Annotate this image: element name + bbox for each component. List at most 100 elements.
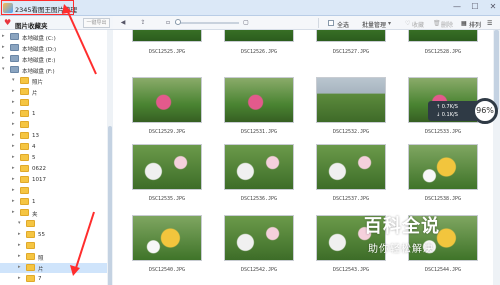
chevron-right-icon[interactable]: ▸ bbox=[18, 231, 21, 237]
zoom-slider[interactable] bbox=[175, 22, 239, 24]
photo-image[interactable] bbox=[316, 30, 386, 42]
tree-folder-item[interactable]: ▾ 照片 bbox=[0, 76, 107, 86]
trash-icon[interactable]: 🗑 bbox=[433, 20, 441, 27]
chevron-right-icon[interactable]: ▸ bbox=[12, 198, 15, 204]
tree-folder-item[interactable]: ▸ 照 bbox=[0, 252, 107, 262]
tree-folder-item[interactable]: ▸ 0622 bbox=[0, 164, 107, 174]
photo-image[interactable] bbox=[132, 30, 202, 42]
favorites-title: 图片收藏夹 bbox=[15, 22, 48, 30]
tree-item-label: 本地磁盘 (C:) bbox=[22, 35, 56, 42]
chevron-down-icon[interactable]: ▾ bbox=[2, 66, 5, 72]
heart-outline-icon[interactable]: ♡ bbox=[405, 20, 410, 27]
photo-image[interactable] bbox=[224, 215, 294, 261]
tree-folder-item[interactable]: ▸ bbox=[0, 241, 107, 251]
zoom-out-icon[interactable]: ▫ bbox=[163, 18, 173, 28]
photo-filename: DSC12528.JPG bbox=[424, 49, 462, 55]
tree-drive-item[interactable]: ▸ 本地磁盘 (D:) bbox=[0, 43, 107, 53]
tree-drive-item[interactable]: ▸ 本地磁盘 (C:) bbox=[0, 32, 107, 42]
delete-button[interactable]: 删除 bbox=[441, 20, 453, 29]
zoom-slider-thumb[interactable] bbox=[175, 19, 181, 25]
photo-image[interactable] bbox=[224, 144, 294, 190]
left-panel: ♥ 图片收藏夹 一键导出 ▸ 本地磁盘 (C:) ▸ 本地磁盘 (D:) ▸ 本地磁盘 (… bbox=[0, 16, 113, 285]
tree-folder-item[interactable]: ▸ 片 bbox=[0, 263, 107, 273]
maximize-button[interactable]: ☐ bbox=[470, 2, 480, 11]
folder-icon bbox=[20, 99, 29, 106]
photo-image[interactable] bbox=[132, 77, 202, 123]
chevron-right-icon[interactable]: ▸ bbox=[12, 165, 15, 171]
chevron-down-icon[interactable]: ▾ bbox=[12, 77, 15, 83]
chevron-right-icon[interactable]: ▸ bbox=[12, 121, 15, 127]
tree-folder-item[interactable]: ▸ 13 bbox=[0, 131, 107, 141]
chevron-right-icon[interactable]: ▸ bbox=[2, 44, 5, 50]
close-button[interactable]: ✕ bbox=[488, 2, 498, 11]
tree-folder-item[interactable]: ▸ 1 bbox=[0, 197, 107, 207]
back-icon[interactable]: ◀ bbox=[117, 18, 129, 28]
photo-image[interactable] bbox=[224, 30, 294, 42]
tree-item-label: 片 bbox=[32, 90, 38, 97]
zoom-in-icon[interactable]: ▢ bbox=[241, 18, 251, 28]
chevron-right-icon[interactable]: ▸ bbox=[18, 242, 21, 248]
tree-folder-item[interactable]: ▸ 7 bbox=[0, 274, 107, 284]
select-all-checkbox[interactable] bbox=[328, 20, 334, 26]
download-speed: ↓ 0.1K/S bbox=[436, 112, 458, 118]
folder-icon bbox=[20, 187, 29, 194]
tree-item-label: 1017 bbox=[32, 176, 46, 183]
photo-image[interactable] bbox=[408, 30, 478, 42]
tree-folder-item[interactable]: ▸ 1 bbox=[0, 109, 107, 119]
more-icon[interactable]: ☰ bbox=[487, 20, 492, 27]
tree-folder-item[interactable]: ▸ bbox=[0, 98, 107, 108]
chevron-right-icon[interactable]: ▸ bbox=[2, 55, 5, 61]
tree-folder-item[interactable]: ▸ 5 bbox=[0, 153, 107, 163]
tree-folder-item[interactable]: ▾ bbox=[0, 219, 107, 229]
chevron-right-icon[interactable]: ▸ bbox=[18, 253, 21, 259]
chevron-right-icon[interactable]: ▸ bbox=[12, 209, 15, 215]
select-all-label[interactable]: 全选 bbox=[337, 20, 349, 29]
chevron-down-icon[interactable]: ▾ bbox=[18, 220, 21, 226]
photo-image[interactable] bbox=[132, 144, 202, 190]
tree-item-label: 55 bbox=[38, 231, 45, 238]
grid-view-icon[interactable]: ▦ bbox=[461, 20, 467, 27]
chevron-right-icon[interactable]: ▸ bbox=[12, 143, 15, 149]
tree-folder-item[interactable]: ▸ 1017 bbox=[0, 175, 107, 185]
toolbar: ◀ ⇪ ▫ ▢ 全选 批量管理 ▾ ♡ 收藏 🗑 删除 ▦ 排列 ☰ bbox=[113, 16, 500, 30]
photo-image[interactable] bbox=[224, 77, 294, 123]
batch-manage-button[interactable]: 批量管理 bbox=[362, 20, 386, 29]
chevron-right-icon[interactable]: ▸ bbox=[12, 110, 15, 116]
tree-folder-item[interactable]: ▸ 片 bbox=[0, 87, 107, 97]
photo-filename: DSC12535.JPG bbox=[148, 196, 186, 202]
tree-folder-item[interactable]: ▸ 55 bbox=[0, 230, 107, 240]
tree-folder-item[interactable]: ▸ 4 bbox=[0, 142, 107, 152]
chevron-right-icon[interactable]: ▸ bbox=[18, 275, 21, 281]
tree-folder-item[interactable]: ▸ bbox=[0, 120, 107, 130]
export-button[interactable]: 一键导出 bbox=[83, 18, 110, 28]
folder-icon bbox=[20, 132, 29, 139]
photo-filename: DSC12540.JPG bbox=[148, 267, 186, 273]
chevron-right-icon[interactable]: ▸ bbox=[2, 33, 5, 39]
chevron-right-icon[interactable]: ▸ bbox=[18, 264, 21, 270]
chevron-right-icon[interactable]: ▸ bbox=[12, 176, 15, 182]
import-icon[interactable]: ⇪ bbox=[137, 18, 149, 28]
chevron-right-icon[interactable]: ▸ bbox=[12, 132, 15, 138]
tree-item-label: 13 bbox=[32, 132, 39, 139]
watermark-subtitle: 助你轻松解决 bbox=[368, 244, 434, 255]
photo-image[interactable] bbox=[408, 144, 478, 190]
tree-folder-item[interactable]: ▸ 夹 bbox=[0, 208, 107, 218]
tree-drive-item[interactable]: ▸ 本地磁盘 (E:) bbox=[0, 54, 107, 64]
favorite-button[interactable]: 收藏 bbox=[412, 20, 424, 29]
photo-image[interactable] bbox=[316, 77, 386, 123]
tree-folder-item[interactable]: ▸ bbox=[0, 186, 107, 196]
tree-drive-item[interactable]: ▾ 本地磁盘 (F:) bbox=[0, 65, 107, 75]
chevron-right-icon[interactable]: ▸ bbox=[12, 99, 15, 105]
drive-icon bbox=[10, 55, 19, 62]
minimize-button[interactable]: — bbox=[452, 2, 462, 11]
network-speed-widget[interactable]: ↑ 0.7K/S ↓ 0.1K/S 96% bbox=[428, 98, 498, 124]
left-scrollbar-thumb[interactable] bbox=[108, 126, 112, 285]
photo-image[interactable] bbox=[132, 215, 202, 261]
right-scrollbar[interactable] bbox=[493, 30, 500, 285]
chevron-right-icon[interactable]: ▸ bbox=[12, 154, 15, 160]
photo-image[interactable] bbox=[316, 144, 386, 190]
chevron-right-icon[interactable]: ▸ bbox=[12, 187, 15, 193]
chevron-down-icon[interactable]: ▾ bbox=[388, 20, 391, 27]
view-button[interactable]: 排列 bbox=[469, 20, 481, 29]
chevron-right-icon[interactable]: ▸ bbox=[12, 88, 15, 94]
